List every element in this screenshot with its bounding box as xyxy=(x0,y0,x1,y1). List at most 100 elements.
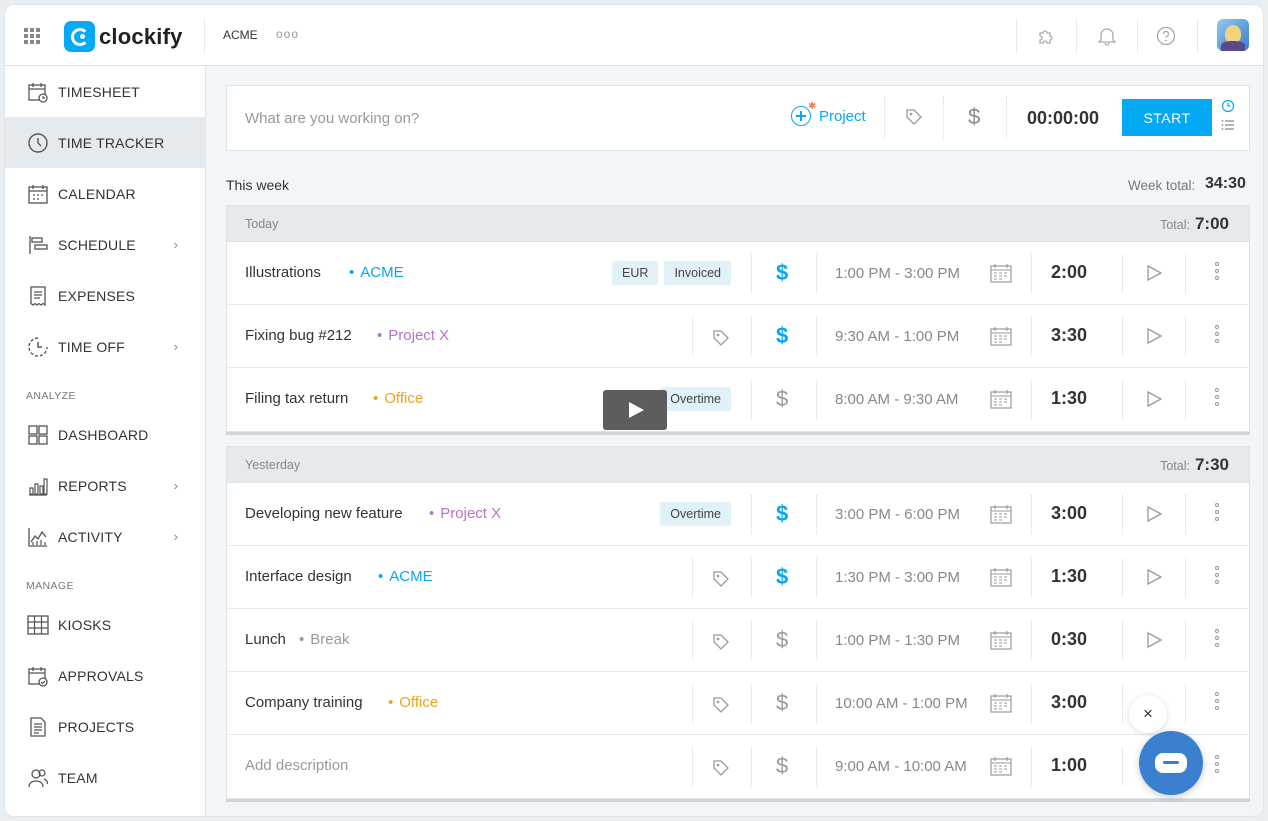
add-project-button[interactable]: ✱ Project xyxy=(791,101,866,126)
play-icon[interactable] xyxy=(1145,264,1163,287)
grid-icon[interactable] xyxy=(24,28,40,44)
play-icon[interactable] xyxy=(1145,327,1163,350)
more-vertical-icon[interactable] xyxy=(1215,566,1221,587)
puzzle-icon[interactable] xyxy=(1033,23,1059,49)
entry-duration[interactable]: 0:30 xyxy=(1051,629,1087,650)
play-icon[interactable] xyxy=(1145,505,1163,528)
entry-time-range[interactable]: 9:30 AM - 1:00 PM xyxy=(835,328,959,345)
entry-tag-badge[interactable]: Invoiced xyxy=(664,261,731,285)
entry-project[interactable]: Break xyxy=(299,631,349,648)
more-vertical-icon[interactable] xyxy=(1215,325,1221,346)
sidebar-item-timesheet[interactable]: TIMESHEET xyxy=(5,66,206,117)
time-entry-row[interactable]: Interface design ACME $1:30 PM - 3:00 PM 1:… xyxy=(227,546,1249,609)
more-vertical-icon[interactable] xyxy=(1215,629,1221,650)
entry-tag-badge[interactable]: Overtime xyxy=(660,387,731,411)
tag-icon[interactable] xyxy=(905,108,923,131)
entry-description[interactable]: Developing new feature xyxy=(245,505,403,522)
entry-time-range[interactable]: 1:00 PM - 1:30 PM xyxy=(835,632,960,649)
timer-mode-toggle[interactable] xyxy=(1220,99,1238,141)
dollar-icon[interactable]: $ xyxy=(968,104,980,130)
dollar-icon[interactable]: $ xyxy=(776,501,788,527)
entry-time-range[interactable]: 3:00 PM - 6:00 PM xyxy=(835,506,960,523)
sidebar-item-activity[interactable]: ACTIVITY › xyxy=(5,511,206,562)
dollar-icon[interactable]: $ xyxy=(776,260,788,286)
tag-icon[interactable] xyxy=(712,570,730,593)
entry-project[interactable]: Project X xyxy=(377,327,449,344)
time-entry-row[interactable]: Fixing bug #212 Project X $9:30 AM - 1:00 … xyxy=(227,305,1249,368)
dollar-icon[interactable]: $ xyxy=(776,323,788,349)
time-entry-row[interactable]: Illustrations ACME EURInvoiced $1:00 PM - 3… xyxy=(227,242,1249,305)
calendar-icon[interactable] xyxy=(990,693,1012,718)
calendar-icon[interactable] xyxy=(990,389,1012,414)
dollar-icon[interactable]: $ xyxy=(776,753,788,779)
entry-time-range[interactable]: 9:00 AM - 10:00 AM xyxy=(835,758,967,775)
dollar-icon[interactable]: $ xyxy=(776,690,788,716)
entry-description[interactable]: Filing tax return xyxy=(245,390,348,407)
sidebar-item-schedule[interactable]: SCHEDULE › xyxy=(5,219,206,270)
more-vertical-icon[interactable] xyxy=(1215,388,1221,409)
calendar-icon[interactable] xyxy=(990,756,1012,781)
entry-time-range[interactable]: 10:00 AM - 1:00 PM xyxy=(835,695,968,712)
clockify-logo[interactable]: clockify xyxy=(64,21,183,52)
entry-project[interactable]: Office xyxy=(373,390,423,407)
tag-icon[interactable] xyxy=(712,329,730,352)
entry-time-range[interactable]: 8:00 AM - 9:30 AM xyxy=(835,391,958,408)
more-vertical-icon[interactable] xyxy=(1215,692,1221,713)
entry-description[interactable]: Company training xyxy=(245,694,363,711)
tag-icon[interactable] xyxy=(712,759,730,782)
entry-duration[interactable]: 1:00 xyxy=(1051,755,1087,776)
dollar-icon[interactable]: $ xyxy=(776,627,788,653)
description-input[interactable] xyxy=(227,86,767,150)
sidebar-item-dashboard[interactable]: DASHBOARD xyxy=(5,409,206,460)
time-entry-row[interactable]: Add description $9:00 AM - 10:00 AM 1:00 xyxy=(227,735,1249,798)
entry-duration[interactable]: 3:00 xyxy=(1051,692,1087,713)
start-button[interactable]: START xyxy=(1122,99,1212,136)
video-play-button[interactable] xyxy=(603,390,667,430)
tag-icon[interactable] xyxy=(712,633,730,656)
sidebar-item-projects[interactable]: PROJECTS xyxy=(5,701,206,752)
sidebar-item-expenses[interactable]: EXPENSES xyxy=(5,270,206,321)
sidebar-item-reports[interactable]: REPORTS › xyxy=(5,460,206,511)
play-icon[interactable] xyxy=(1145,631,1163,654)
close-icon[interactable]: × xyxy=(1129,695,1167,733)
workspace-more-icon[interactable]: ooo xyxy=(276,27,299,41)
entry-duration[interactable]: 2:00 xyxy=(1051,262,1087,283)
calendar-icon[interactable] xyxy=(990,504,1012,529)
more-vertical-icon[interactable] xyxy=(1215,755,1221,776)
time-entry-row[interactable]: Lunch Break $1:00 PM - 1:30 PM 0:30 xyxy=(227,609,1249,672)
calendar-icon[interactable] xyxy=(990,326,1012,351)
calendar-icon[interactable] xyxy=(990,630,1012,655)
entry-description[interactable]: Lunch xyxy=(245,631,286,648)
entry-time-range[interactable]: 1:00 PM - 3:00 PM xyxy=(835,265,960,282)
avatar[interactable] xyxy=(1217,19,1249,51)
time-entry-row[interactable]: Company training Office $10:00 AM - 1:00 P… xyxy=(227,672,1249,735)
entry-project[interactable]: ACME xyxy=(378,568,432,585)
play-icon[interactable] xyxy=(1145,568,1163,591)
dollar-icon[interactable]: $ xyxy=(776,564,788,590)
calendar-icon[interactable] xyxy=(990,567,1012,592)
sidebar-item-calendar[interactable]: CALENDAR xyxy=(5,168,206,219)
entry-description[interactable]: Add description xyxy=(245,757,348,774)
entry-description[interactable]: Interface design xyxy=(245,568,352,585)
entry-tag-badge[interactable]: Overtime xyxy=(660,502,731,526)
sidebar-item-time-off[interactable]: TIME OFF › xyxy=(5,321,206,372)
help-icon[interactable] xyxy=(1153,23,1179,49)
tag-icon[interactable] xyxy=(712,696,730,719)
entry-tag-badge[interactable]: EUR xyxy=(612,261,659,285)
calendar-icon[interactable] xyxy=(990,263,1012,288)
sidebar-item-time-tracker[interactable]: TIME TRACKER xyxy=(5,117,206,168)
sidebar-item-team[interactable]: TEAM xyxy=(5,752,206,803)
entry-project[interactable]: Office xyxy=(388,694,438,711)
entry-project[interactable]: Project X xyxy=(429,505,501,522)
entry-description[interactable]: Fixing bug #212 xyxy=(245,327,352,344)
more-vertical-icon[interactable] xyxy=(1215,262,1221,283)
chat-button[interactable] xyxy=(1139,731,1203,795)
entry-time-range[interactable]: 1:30 PM - 3:00 PM xyxy=(835,569,960,586)
play-icon[interactable] xyxy=(1145,390,1163,413)
entry-project[interactable]: ACME xyxy=(349,264,403,281)
entry-description[interactable]: Illustrations xyxy=(245,264,321,281)
time-entry-row[interactable]: Developing new feature Project X Overtime $… xyxy=(227,483,1249,546)
entry-duration[interactable]: 3:30 xyxy=(1051,325,1087,346)
bell-icon[interactable] xyxy=(1094,23,1120,49)
workspace-name[interactable]: ACME xyxy=(223,28,258,42)
